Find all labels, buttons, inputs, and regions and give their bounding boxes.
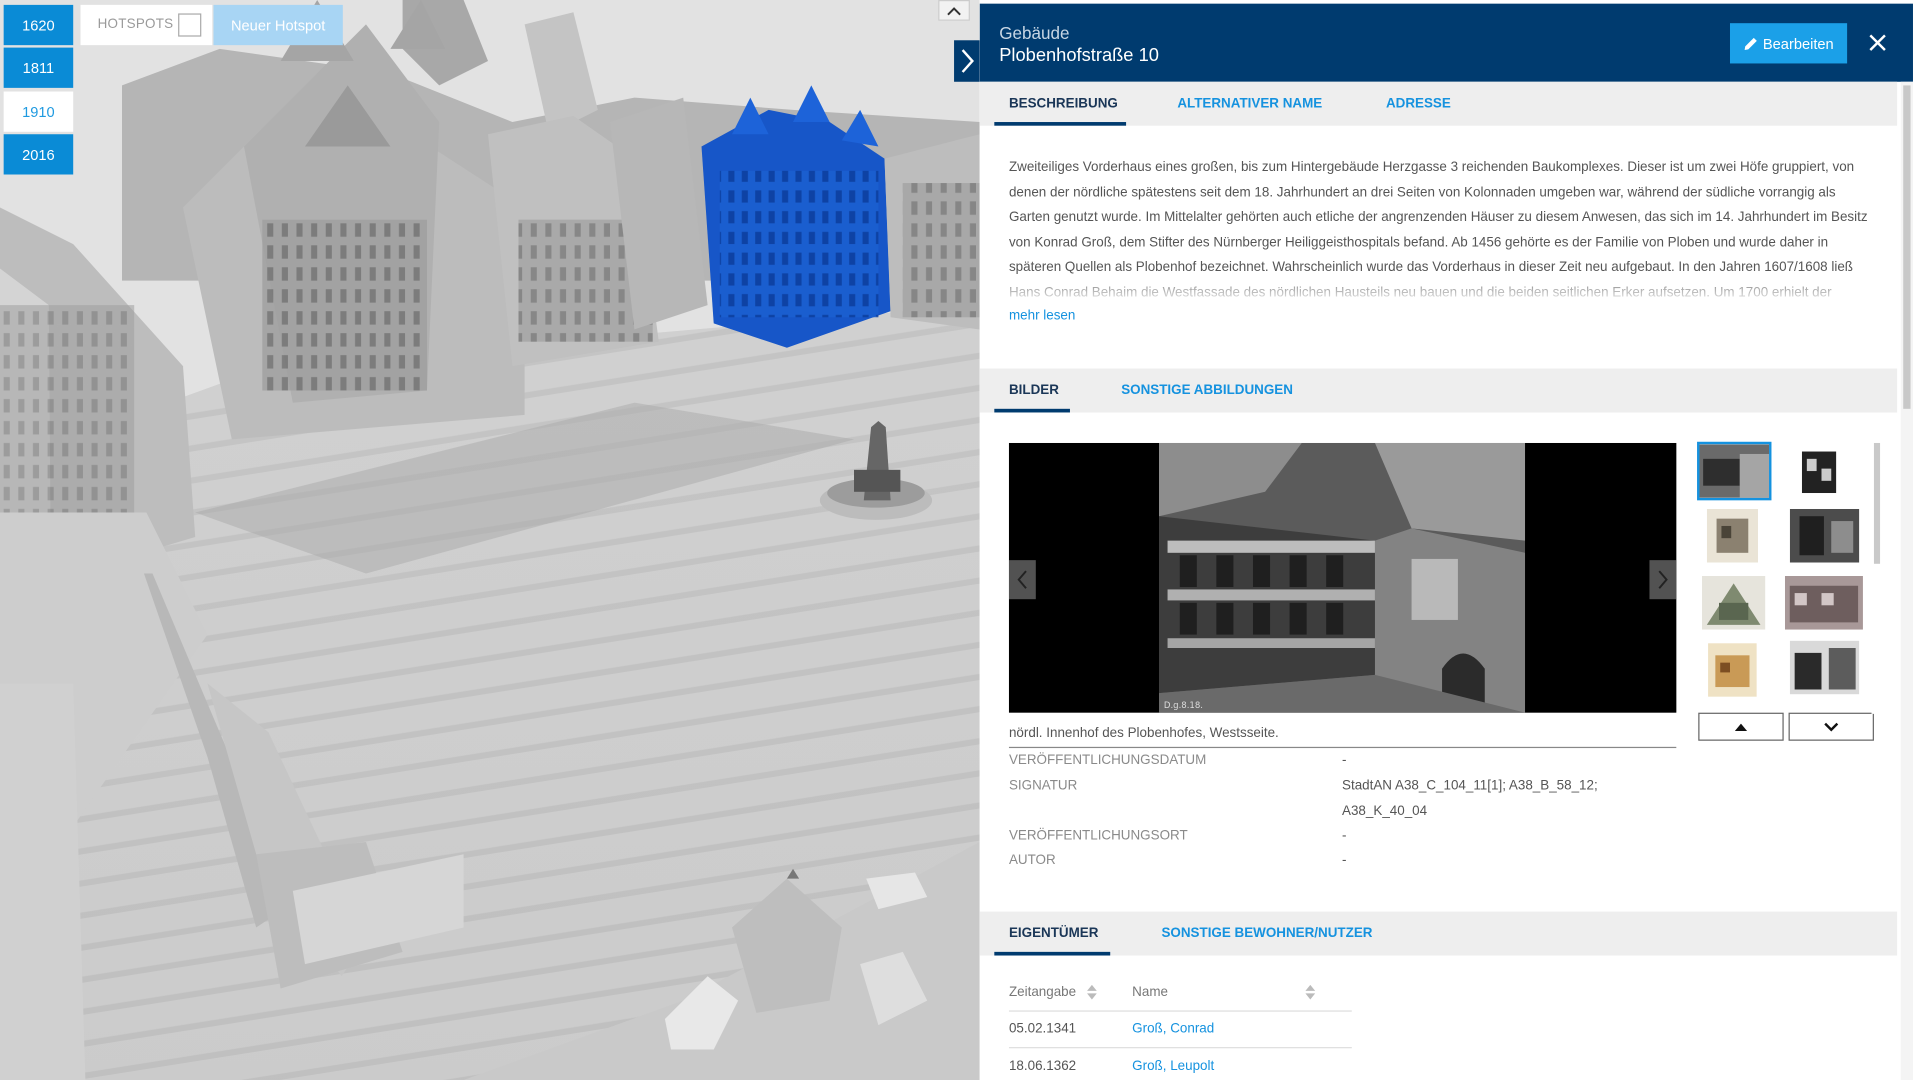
thumbnails-down-chevron-icon[interactable] xyxy=(1788,712,1874,741)
image-viewer[interactable]: D.g.8.18. xyxy=(1008,442,1677,713)
thumbnail-image[interactable] xyxy=(1784,576,1863,630)
thumbnail-image[interactable] xyxy=(1789,640,1860,695)
thumbnail-image[interactable] xyxy=(1706,508,1759,563)
hotspots-checkbox[interactable] xyxy=(178,13,202,37)
active-tab-indicator xyxy=(994,951,1111,956)
panel-scrollbar-thumb[interactable] xyxy=(1903,85,1911,409)
hotspots-toggle[interactable]: HOTSPOTS xyxy=(80,4,213,46)
previous-image-chevron-left-icon[interactable] xyxy=(1008,560,1036,600)
metadata-value-date: - xyxy=(1342,752,1347,768)
metadata-label-author: AUTOR xyxy=(1008,853,1056,868)
tab-alternativer-name[interactable]: ALTERNATIVER NAME xyxy=(1177,82,1322,126)
year-1620-button[interactable]: 1620 xyxy=(3,4,74,46)
thumbnail-image[interactable] xyxy=(1697,441,1772,501)
tab-adresse[interactable]: ADRESSE xyxy=(1386,82,1451,126)
table-divider xyxy=(1008,1047,1352,1049)
description-fade xyxy=(979,278,1898,306)
thumbnail-scrollbar-thumb[interactable] xyxy=(1873,442,1881,564)
panel-toggle-chevron-right-icon[interactable] xyxy=(954,40,980,82)
info-tabs: BESCHREIBUNG ALTERNATIVER NAME ADRESSE xyxy=(979,81,1898,126)
chevron-up-icon[interactable] xyxy=(938,0,970,21)
thumbnail-image[interactable] xyxy=(1701,576,1766,630)
building-title: Plobenhofstraße 10 xyxy=(999,45,1159,66)
close-icon[interactable] xyxy=(1865,31,1889,55)
building-type-label: Gebäude xyxy=(999,23,1070,43)
image-tabs: BILDER SONSTIGE ABBILDUNGEN xyxy=(979,368,1898,413)
city-model-scene[interactable] xyxy=(0,0,980,1080)
metadata-label-place: VERÖFFENTLICHUNGSORT xyxy=(1008,828,1188,844)
year-2016-button[interactable]: 2016 xyxy=(3,134,74,175)
tab-eigentuemer[interactable]: EIGENTÜMER xyxy=(1009,912,1098,956)
pencil-icon xyxy=(1744,37,1757,50)
panel-header: Gebäude Plobenhofstraße 10 Bearbeiten xyxy=(979,3,1913,82)
thumbnails-up-chevron-icon[interactable] xyxy=(1698,712,1784,741)
svg-text:D.g.8.18.: D.g.8.18. xyxy=(1164,701,1203,711)
thumbnail-image[interactable] xyxy=(1708,643,1757,697)
owner-tabs: EIGENTÜMER SONSTIGE BEWOHNER/NUTZER xyxy=(979,911,1898,956)
year-1910-button[interactable]: 1910 xyxy=(3,91,74,132)
sort-icon[interactable] xyxy=(1087,984,1097,1000)
tab-bilder[interactable]: BILDER xyxy=(1009,369,1059,413)
metadata-value-author: - xyxy=(1342,853,1347,868)
courtyard-photo: D.g.8.18. xyxy=(1008,442,1677,713)
owner-date: 18.06.1362 xyxy=(1008,1059,1077,1074)
3d-city-viewer[interactable]: 1620 1811 1910 2016 HOTSPOTS Neuer Hotsp… xyxy=(0,0,980,1080)
hotspots-label: HOTSPOTS xyxy=(97,17,174,32)
owner-name-link[interactable]: Groß, Conrad xyxy=(1132,1021,1214,1036)
owner-name-link[interactable]: Groß, Leupolt xyxy=(1132,1059,1214,1074)
tab-sonstige-abbildungen[interactable]: SONSTIGE ABBILDUNGEN xyxy=(1121,369,1293,413)
column-header-name[interactable]: Name xyxy=(1132,985,1168,1000)
active-tab-indicator xyxy=(994,408,1070,413)
sort-icon[interactable] xyxy=(1305,984,1316,1000)
column-header-zeitangabe[interactable]: Zeitangabe xyxy=(1009,985,1076,1000)
active-tab-indicator xyxy=(994,122,1127,126)
tab-beschreibung[interactable]: BESCHREIBUNG xyxy=(1009,82,1118,126)
building-detail-panel: Gebäude Plobenhofstraße 10 Bearbeiten BE… xyxy=(979,0,1913,1080)
read-more-link[interactable]: mehr lesen xyxy=(1009,309,1075,324)
new-hotspot-button[interactable]: Neuer Hotspot xyxy=(213,4,343,46)
year-1811-button[interactable]: 1811 xyxy=(3,47,74,88)
metadata-label-date: VERÖFFENTLICHUNGSDATUM xyxy=(1008,752,1207,768)
next-image-chevron-right-icon[interactable] xyxy=(1649,560,1677,600)
edit-button[interactable]: Bearbeiten xyxy=(1729,23,1848,64)
edit-button-label: Bearbeiten xyxy=(1762,34,1834,52)
metadata-label-signatur: SIGNATUR xyxy=(1008,778,1078,794)
table-divider xyxy=(1008,1010,1352,1012)
tab-sonstige-bewohner[interactable]: SONSTIGE BEWOHNER/NUTZER xyxy=(1161,912,1372,956)
thumbnail-image[interactable] xyxy=(1789,508,1860,563)
metadata-value-signatur: StadtAN A38_C_104_11[1]; A38_B_58_12; A3… xyxy=(1342,778,1598,819)
image-caption: nördl. Innenhof des Plobenhofes, Westsse… xyxy=(1008,726,1279,741)
metadata-value-place: - xyxy=(1342,828,1347,844)
thumbnail-image[interactable] xyxy=(1797,444,1842,498)
owner-date: 05.02.1341 xyxy=(1008,1021,1077,1037)
